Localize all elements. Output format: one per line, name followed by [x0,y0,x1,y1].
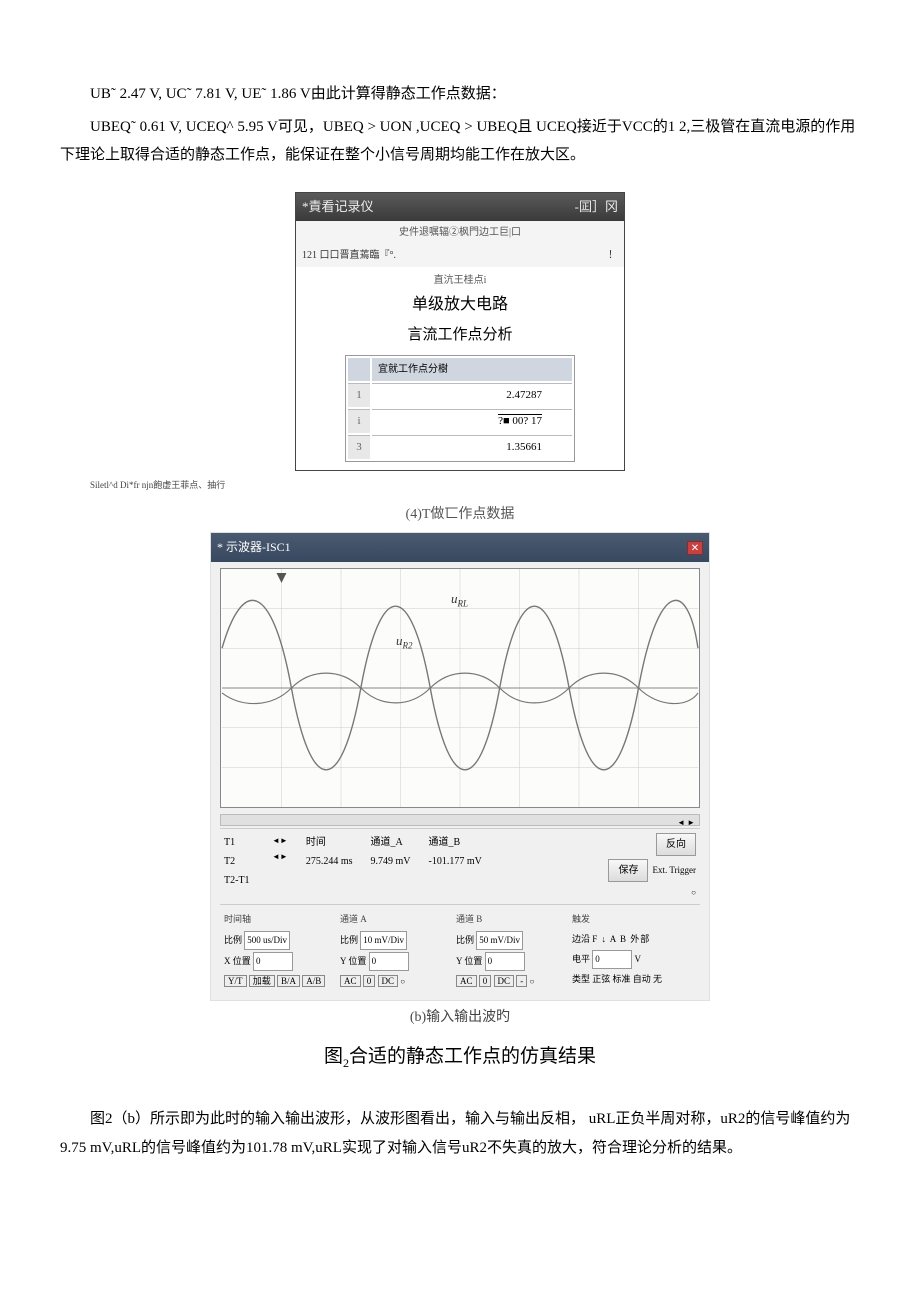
zero-button[interactable]: 0 [479,975,492,987]
recorder-titlebar: *責看记录仪 -囸］冈 [296,193,624,222]
recorder-toolbar[interactable]: 121 口口晋直蔫臨『°. ！ [296,244,624,267]
cha-value: 9.749 mV [371,852,411,871]
chb-header-ctrl: 通道 B [456,911,566,928]
ab-button[interactable]: A/B [302,975,325,987]
table-row: 12.47287 [348,383,572,407]
save-button[interactable]: 保存 [608,859,648,882]
cha-scale-input[interactable]: 10 mV/Div [360,931,407,950]
subcaption-a: (4)T做匸作点数据 [406,502,515,529]
arrow-icon[interactable]: ◄► [272,849,288,864]
ext-trigger-label: Ext. Trigger [652,862,696,879]
wave-label-ur2: uR2 [396,629,413,655]
xpos-input[interactable]: 0 [253,952,293,971]
recorder-heading-2: 言流工作点分析 [304,321,616,350]
chb-scale-input[interactable]: 50 mV/Div [476,931,523,950]
radio-icon[interactable]: ○ [691,885,696,900]
scope-title: * 示波器-ISC1 [217,536,291,559]
cha-header-ctrl: 通道 A [340,911,450,928]
cha-ypos-input[interactable]: 0 [369,952,409,971]
chb-header: 通道_B [429,833,482,852]
dc-button[interactable]: DC [378,975,399,987]
reverse-button[interactable]: 反向 [656,833,696,856]
edge-buttons[interactable]: F ↓ A B 外部 [592,934,650,944]
cha-header: 通道_A [371,833,411,852]
dc-button[interactable]: DC [494,975,515,987]
recorder-menu[interactable]: 史件退嘱辐②枫門边工巨|口 [296,221,624,244]
add-button[interactable]: 加载 [249,975,275,987]
scope-screen: uRL uR2 [220,568,700,808]
recorder-title-right: -囸］冈 [575,195,618,220]
ac-button[interactable]: AC [456,975,477,987]
figure-title: 图2合适的静态工作点的仿真结果 [324,1039,596,1075]
recorder-toolbar-left: 121 口口晋直蔫臨『°. [302,246,396,265]
footnote: Siletl^d Di*fr njn飽虚王菲点、抽行 [60,477,860,494]
recorder-heading-1: 单级放大电路 [304,290,616,320]
arrow-icon[interactable]: ◄► [272,833,288,848]
cursor-t2: T2 [224,852,254,871]
trigger-header: 触发 [572,911,696,928]
subcaption-b: (b)输入输出波旳 [410,1005,510,1032]
time-value: 275.244 ms [306,852,353,871]
neg-button[interactable]: - [516,975,527,987]
paragraph-3: 图2（b）所示即为此时的输入输出波形，从波形图看出，输入与输出反相， uRL正负… [60,1105,860,1162]
chb-value: -101.177 mV [429,852,482,871]
close-icon[interactable]: ✕ [687,541,703,555]
table-row: i?■ 00? 17 [348,409,572,433]
cursor-dt: T2-T1 [224,871,254,890]
paragraph-2: UBEQ˜ 0.61 V, UCEQ^ 5.95 V可见，UBEQ > UON … [60,113,860,170]
recorder-window: *責看记录仪 -囸］冈 史件退嘱辐②枫門边工巨|口 121 口口晋直蔫臨『°. … [295,192,625,471]
timebase-header: 时间轴 [224,911,334,928]
cursor-marker-icon[interactable] [277,573,287,583]
yt-button[interactable]: Y/T [224,975,247,987]
scope-readout: T1 T2 T2-T1 ◄► ◄► 时间 275.244 ms 通道_A 9.7… [220,828,700,905]
recorder-table: 宜就工作点分樹 12.47287 i?■ 00? 17 31.35661 [345,355,575,462]
cursor-t1: T1 [224,833,254,852]
oscilloscope-window: * 示波器-ISC1 ✕ [210,532,710,1000]
level-input[interactable]: 0 [592,950,632,969]
scope-titlebar: * 示波器-ISC1 ✕ [211,533,709,562]
ba-button[interactable]: B/A [277,975,300,987]
recorder-col-header: 宜就工作点分樹 [372,358,572,381]
table-row: 31.35661 [348,435,572,459]
timebase-input[interactable]: 500 us/Div [244,931,290,950]
scrollbar[interactable]: ◄ ► [220,814,700,826]
time-header: 时间 [306,833,353,852]
radio-icon[interactable]: ○ [400,977,405,986]
radio-icon[interactable]: ○ [530,977,535,986]
type-options[interactable]: 正弦 标准 自动 无 [592,974,662,984]
ac-button[interactable]: AC [340,975,361,987]
recorder-subtitle: 直沆王桂点i [304,271,616,290]
scope-controls: 时间轴 比例 500 us/Div X 位置 0 Y/T 加载 B/A A/B … [220,907,700,993]
zero-button[interactable]: 0 [363,975,376,987]
recorder-toolbar-right: ！ [608,246,618,265]
chb-ypos-input[interactable]: 0 [485,952,525,971]
wave-label-url: uRL [451,587,468,613]
paragraph-1: UB˜ 2.47 V, UC˜ 7.81 V, UE˜ 1.86 V由此计算得静… [60,80,860,109]
recorder-title: *責看记录仪 [302,195,374,220]
